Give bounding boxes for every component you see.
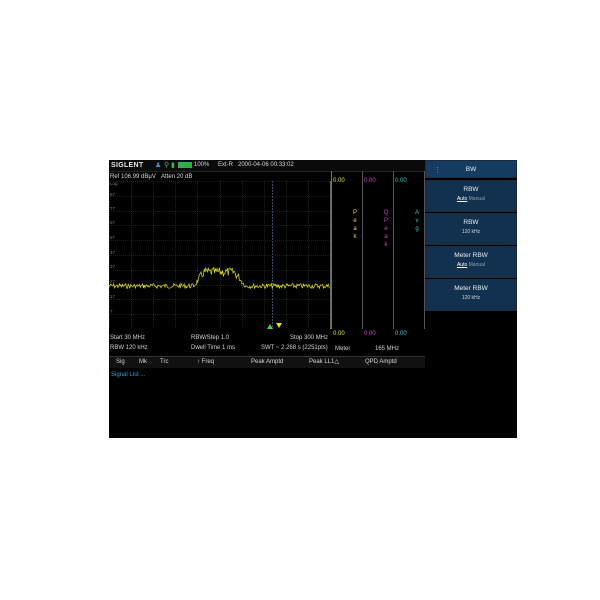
signal-list-link[interactable]: Signal List ... (111, 372, 145, 378)
spectrum-plot[interactable]: Log 87 77 67 57 47 37 27 17 7 (109, 181, 331, 329)
column-trc[interactable]: Trc (160, 357, 168, 368)
start-freq[interactable]: Start 30 MHz (110, 335, 145, 341)
qpeak-meter-label: QPeak (383, 210, 389, 248)
dwell-time: Dwell Time 1 ms (191, 345, 236, 351)
option-manual: Manual (468, 196, 486, 202)
meter-label: Meter (335, 346, 351, 352)
div-label: 87 (110, 192, 116, 197)
avg-meter-value: 0.00 (395, 178, 407, 184)
more-icon: ⋮ (434, 167, 441, 174)
column-mk[interactable]: Mk (139, 357, 147, 368)
div-label: 57 (110, 235, 116, 240)
column-peak-amptd[interactable]: Peak Amptd (251, 357, 283, 368)
ref-level[interactable]: Ref 106.99 dBµV (110, 174, 156, 180)
rbw-mode-key[interactable]: RBW Auto Manual (425, 180, 517, 212)
peak-meter-bottom: 0.00 (333, 331, 345, 337)
softkey-value: 120 kHz (461, 229, 481, 235)
qpeak-meter-value: 0.00 (364, 178, 376, 184)
meter-frequency: 165 MHz (375, 346, 400, 352)
rbw-info: RBW 120 kHz (110, 345, 148, 351)
softkey-label: RBW (463, 186, 479, 193)
column-peak-ll1[interactable]: Peak LL1△ (309, 357, 339, 368)
sweep-time: SWT ~ 2.268 s (2251pts) (261, 345, 328, 351)
column-sig[interactable]: Sig (116, 357, 125, 368)
user-icon: ♟ (155, 162, 162, 169)
softkey-label: Meter RBW (454, 252, 488, 259)
div-label: 67 (110, 220, 116, 225)
div-label: 17 (110, 294, 116, 299)
softkey-options: Auto Manual (426, 196, 516, 202)
div-label: 7 (110, 309, 113, 314)
option-auto: Auto (456, 262, 468, 268)
softkey-label: Meter RBW (454, 285, 488, 292)
analyzer-screen: SIGLENT ♟ ⚲ ▮ 100% Ext-R 2000-04-06 00:3… (109, 160, 517, 438)
softkey-value: 120 kHz (461, 295, 481, 301)
meter-panel: 0.00 0.00 0.00 Peak QPeak Avg 0.00 0.00 … (331, 171, 425, 337)
div-label: 27 (110, 279, 116, 284)
attenuation[interactable]: Atten 20 dB (161, 174, 192, 180)
trace-marker-icon[interactable] (276, 323, 282, 328)
div-label: 37 (110, 264, 116, 269)
peak-meter-label: Peak (352, 210, 357, 240)
meter-grid (331, 171, 425, 329)
option-auto: Auto (456, 196, 468, 202)
softkey-options: Auto Manual (426, 262, 516, 268)
stop-freq[interactable]: Stop 300 MHz (290, 335, 328, 341)
usb-icon: ▮ (171, 162, 175, 169)
meter-rbw-value-key[interactable]: Meter RBW 120 kHz (425, 279, 517, 311)
div-label: 47 (110, 250, 116, 255)
rbw-step: RBW/Step 1.0 (191, 335, 230, 341)
trigger-source: Ext-R (218, 162, 233, 168)
softkey-label: RBW (463, 219, 479, 226)
scale-label: Log (110, 181, 118, 186)
peak-meter-value: 0.00 (333, 178, 345, 184)
avg-meter-bottom: 0.00 (395, 331, 407, 337)
signal-table-header: Sig Mk Trc ↑ Freq Peak Amptd Peak LL1△ Q… (109, 356, 425, 368)
battery-percent: 100% (194, 162, 210, 168)
meter-rbw-mode-key[interactable]: Meter RBW Auto Manual (425, 246, 517, 278)
lan-icon: ⚲ (164, 162, 170, 169)
option-manual: Manual (468, 262, 486, 268)
avg-meter-label: Avg (414, 210, 419, 232)
battery-icon (178, 162, 192, 168)
column-qpd-amptd[interactable]: QPD Amptd (365, 357, 397, 368)
div-label: 77 (110, 206, 116, 211)
column-freq[interactable]: ↑ Freq (197, 357, 214, 368)
softkey-menu: ⋮ BW RBW Auto Manual RBW 120 kHz Meter R… (425, 160, 517, 311)
datetime: 2000-04-06 00:33:02 (238, 162, 294, 168)
qpeak-meter-bottom: 0.00 (364, 331, 376, 337)
siglent-logo: SIGLENT (111, 162, 144, 169)
spectrum-graph (109, 181, 330, 329)
menu-title-bw[interactable]: ⋮ BW (425, 160, 517, 178)
rbw-value-key[interactable]: RBW 120 kHz (425, 213, 517, 245)
